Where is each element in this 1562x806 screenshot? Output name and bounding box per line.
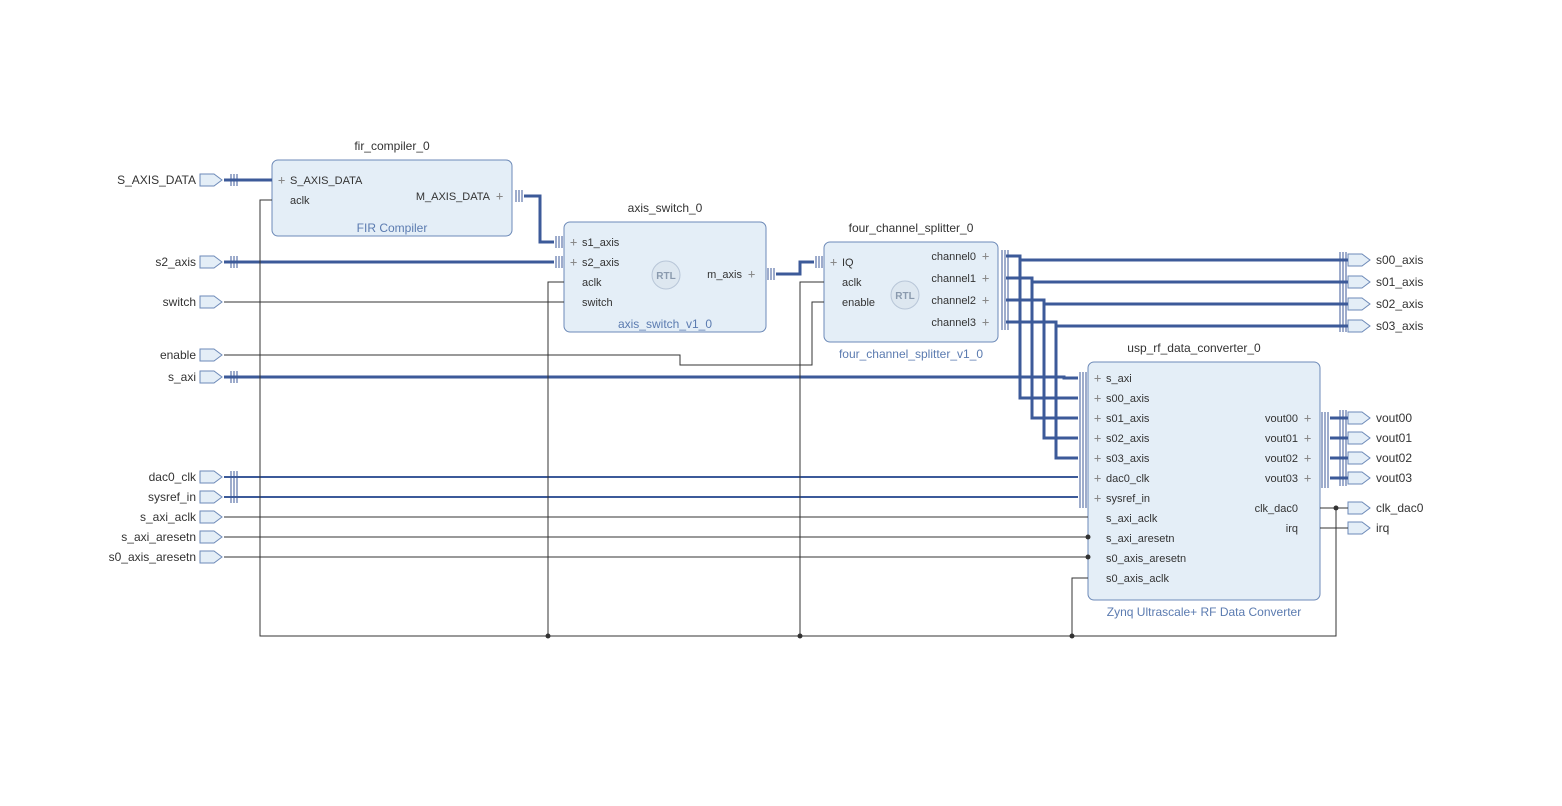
extL-9: s0_axis_aresetn — [109, 550, 196, 564]
sw-pout-m: m_axis — [707, 269, 742, 281]
svg-text:+: + — [278, 173, 285, 187]
svg-text:+: + — [496, 189, 503, 203]
sp-pin-iq: IQ — [842, 257, 854, 269]
sp-c1: channel1 — [931, 273, 976, 285]
sp-pin-en: enable — [842, 297, 875, 309]
ext-port-icon — [1348, 254, 1370, 534]
rf-po-2: vout02 — [1265, 453, 1298, 465]
rf-po-3: vout03 — [1265, 473, 1298, 485]
sw-type: axis_switch_v1_0 — [618, 317, 712, 331]
svg-text:+: + — [982, 249, 989, 263]
extR-9: irq — [1376, 521, 1389, 535]
extR-1: s01_axis — [1376, 275, 1423, 289]
svg-text:+: + — [1094, 451, 1101, 465]
sp-c0: channel0 — [931, 251, 976, 263]
svg-text:+: + — [748, 267, 755, 281]
extL-3: enable — [160, 348, 196, 362]
fir-pin-aclk: aclk — [290, 195, 310, 207]
sp-pin-aclk: aclk — [842, 277, 862, 289]
extL-7: s_axi_aclk — [140, 510, 197, 524]
svg-text:+: + — [1304, 471, 1311, 485]
svg-text:+: + — [982, 293, 989, 307]
rf-po-4: clk_dac0 — [1255, 503, 1298, 515]
rf-pin-2: s01_axis — [1106, 413, 1150, 425]
sw-pin-s1: s1_axis — [582, 237, 620, 249]
svg-text:RTL: RTL — [895, 291, 914, 302]
fir-type: FIR Compiler — [357, 221, 428, 235]
extR-3: s03_axis — [1376, 319, 1423, 333]
rf-po-0: vout00 — [1265, 413, 1298, 425]
svg-text:+: + — [570, 235, 577, 249]
extR-7: vout03 — [1376, 471, 1412, 485]
svg-text:+: + — [1304, 431, 1311, 445]
extR-0: s00_axis — [1376, 253, 1423, 267]
sw-pin-sw: switch — [582, 297, 613, 309]
rf-pin-5: dac0_clk — [1106, 473, 1150, 485]
svg-text:+: + — [830, 255, 837, 269]
extR-4: vout00 — [1376, 411, 1412, 425]
sw-pin-s2: s2_axis — [582, 257, 620, 269]
extL-1: s2_axis — [155, 255, 196, 269]
rf-type: Zynq Ultrascale+ RF Data Converter — [1107, 605, 1301, 619]
rf-pin-9: s0_axis_aresetn — [1106, 553, 1186, 565]
svg-text:+: + — [570, 255, 577, 269]
fir-inst: fir_compiler_0 — [354, 139, 430, 153]
extL-8: s_axi_aresetn — [121, 530, 196, 544]
rf-pin-8: s_axi_aresetn — [1106, 533, 1175, 545]
svg-text:+: + — [1304, 411, 1311, 425]
svg-text:+: + — [1094, 431, 1101, 445]
sp-type: four_channel_splitter_v1_0 — [839, 347, 983, 361]
sp-c2: channel2 — [931, 295, 976, 307]
extR-8: clk_dac0 — [1376, 501, 1424, 515]
svg-text:+: + — [982, 315, 989, 329]
svg-text:+: + — [982, 271, 989, 285]
rf-pin-3: s02_axis — [1106, 433, 1150, 445]
rf-po-5: irq — [1286, 523, 1298, 535]
rf-inst: usp_rf_data_converter_0 — [1127, 341, 1261, 355]
ext-port-icon — [200, 174, 222, 563]
extR-6: vout02 — [1376, 451, 1412, 465]
rf-pin-7: s_axi_aclk — [1106, 513, 1158, 525]
extL-0: S_AXIS_DATA — [117, 173, 196, 187]
extL-6: sysref_in — [148, 490, 196, 504]
sp-inst: four_channel_splitter_0 — [849, 221, 974, 235]
sp-c3: channel3 — [931, 317, 976, 329]
svg-text:RTL: RTL — [656, 271, 675, 282]
extL-5: dac0_clk — [149, 470, 197, 484]
extR-5: vout01 — [1376, 431, 1412, 445]
rf-pin-1: s00_axis — [1106, 393, 1150, 405]
fir-pin-sa: S_AXIS_DATA — [290, 175, 363, 187]
rf-pin-4: s03_axis — [1106, 453, 1150, 465]
bus-stub-icon — [516, 190, 522, 202]
fir-pout-ma: M_AXIS_DATA — [416, 191, 491, 203]
svg-text:+: + — [1094, 471, 1101, 485]
svg-text:+: + — [1094, 491, 1101, 505]
rf-pin-6: sysref_in — [1106, 493, 1150, 505]
extL-4: s_axi — [168, 370, 196, 384]
rf-po-1: vout01 — [1265, 433, 1298, 445]
sw-pin-aclk: aclk — [582, 277, 602, 289]
bus-stub-icon — [816, 256, 822, 268]
extR-2: s02_axis — [1376, 297, 1423, 311]
svg-text:+: + — [1094, 411, 1101, 425]
svg-text:+: + — [1304, 451, 1311, 465]
extL-2: switch — [163, 295, 196, 309]
svg-text:+: + — [1094, 391, 1101, 405]
rf-pin-10: s0_axis_aclk — [1106, 573, 1169, 585]
svg-text:+: + — [1094, 371, 1101, 385]
rf-pin-0: s_axi — [1106, 373, 1132, 385]
sw-inst: axis_switch_0 — [628, 201, 703, 215]
